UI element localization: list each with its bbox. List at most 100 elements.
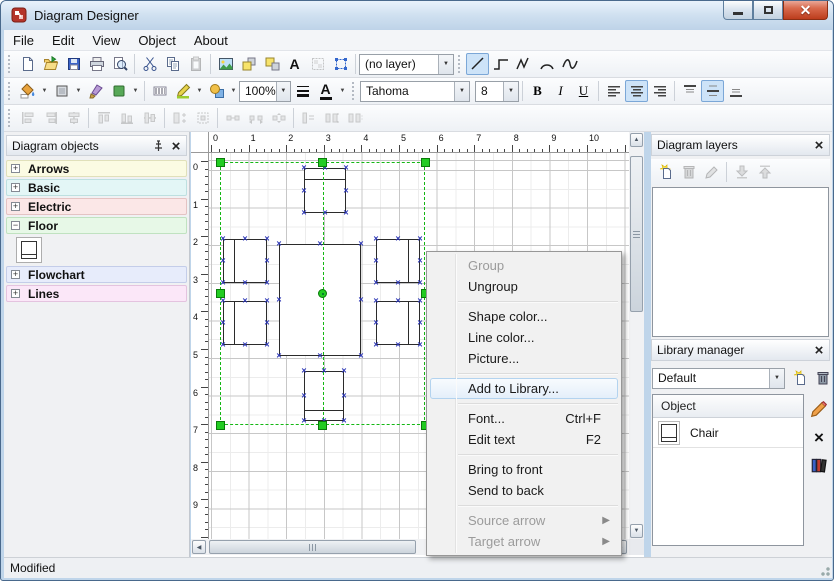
- object-group-electric[interactable]: +Electric: [6, 198, 187, 215]
- align-right-button[interactable]: [648, 80, 671, 102]
- context-menu-item-shape-color[interactable]: Shape color...: [430, 306, 618, 327]
- layer-combo-dropdown-icon[interactable]: [438, 55, 453, 74]
- brush-button[interactable]: [84, 80, 107, 102]
- toolbar-grip[interactable]: [458, 55, 461, 73]
- object-group-arrows[interactable]: +Arrows: [6, 160, 187, 177]
- font-color-dropdown-icon[interactable]: [337, 80, 348, 102]
- rotation-center-handle[interactable]: [318, 289, 327, 298]
- expand-icon[interactable]: +: [11, 202, 20, 211]
- context-menu-item-edit-text[interactable]: Edit textF2: [430, 429, 618, 450]
- selection-handle[interactable]: [318, 421, 327, 430]
- vertical-scrollbar[interactable]: ▲ ▼: [629, 132, 644, 539]
- hatch-style-button[interactable]: [148, 80, 171, 102]
- font-family-combo[interactable]: Tahoma: [360, 81, 470, 102]
- shadow-color-button[interactable]: [205, 80, 228, 102]
- close-button[interactable]: ✕: [783, 1, 828, 20]
- expand-icon[interactable]: +: [11, 270, 20, 279]
- expand-icon[interactable]: +: [11, 164, 20, 173]
- toolbar-grip[interactable]: [8, 55, 11, 73]
- fill-bucket-dropdown-icon[interactable]: [39, 80, 50, 102]
- layers-list[interactable]: [652, 187, 829, 337]
- italic-button[interactable]: I: [549, 80, 572, 102]
- close-panel-icon[interactable]: ×: [168, 138, 184, 154]
- font-size-dropdown-icon[interactable]: [503, 82, 518, 101]
- border-style-button[interactable]: [50, 80, 73, 102]
- align-left-button[interactable]: [602, 80, 625, 102]
- menu-edit[interactable]: Edit: [43, 30, 83, 51]
- edit-object-button[interactable]: [809, 399, 829, 419]
- expand-icon[interactable]: +: [11, 183, 20, 192]
- line-color-pen-button[interactable]: [171, 80, 194, 102]
- fill-color-button[interactable]: [107, 80, 130, 102]
- selection-handle[interactable]: [216, 158, 225, 167]
- context-menu-item-line-color[interactable]: Line color...: [430, 327, 618, 348]
- font-family-dropdown-icon[interactable]: [454, 82, 469, 101]
- valign-middle-button[interactable]: [701, 80, 724, 102]
- object-group-flowchart[interactable]: +Flowchart: [6, 266, 187, 283]
- library-column-header[interactable]: Object: [653, 395, 803, 418]
- line-curve-button[interactable]: [558, 53, 581, 75]
- expand-icon[interactable]: +: [11, 289, 20, 298]
- object-group-basic[interactable]: +Basic: [6, 179, 187, 196]
- object-group-floor[interactable]: −Floor: [6, 217, 187, 234]
- selection-handle[interactable]: [216, 421, 225, 430]
- toolbar-grip[interactable]: [8, 82, 11, 100]
- select-tool-button[interactable]: [329, 53, 352, 75]
- delete-object-button[interactable]: ×: [809, 427, 829, 447]
- line-zigzag-button[interactable]: [512, 53, 535, 75]
- line-straight-button[interactable]: [466, 53, 489, 75]
- font-size-combo[interactable]: 8: [475, 81, 519, 102]
- minimize-button[interactable]: [723, 1, 753, 20]
- new-layer-button[interactable]: [654, 161, 677, 183]
- context-menu-item-ungroup[interactable]: Ungroup: [430, 276, 618, 297]
- cut-button[interactable]: [138, 53, 161, 75]
- menu-view[interactable]: View: [83, 30, 129, 51]
- resize-grip[interactable]: [818, 564, 830, 576]
- scroll-up-button[interactable]: ▲: [630, 133, 643, 147]
- zoom-dropdown-icon[interactable]: [276, 82, 290, 101]
- line-width-button[interactable]: [291, 80, 314, 102]
- bring-forward-button[interactable]: [237, 53, 260, 75]
- zoom-combo[interactable]: 100%: [239, 81, 291, 102]
- selection-handle[interactable]: [421, 158, 430, 167]
- libraries-button[interactable]: [809, 455, 829, 475]
- library-row-chair[interactable]: Chair: [653, 418, 803, 448]
- menu-object[interactable]: Object: [129, 30, 185, 51]
- context-menu-item-add-to-library[interactable]: Add to Library...: [430, 378, 618, 399]
- new-document-button[interactable]: [16, 53, 39, 75]
- context-menu-item-send-to-back[interactable]: Send to back: [430, 480, 618, 501]
- context-menu-item-picture[interactable]: Picture...: [430, 348, 618, 369]
- text-tool-button[interactable]: A: [283, 53, 306, 75]
- pin-icon[interactable]: [148, 138, 164, 154]
- context-menu-item-bring-to-front[interactable]: Bring to front: [430, 459, 618, 480]
- bold-button[interactable]: B: [526, 80, 549, 102]
- vertical-scroll-thumb[interactable]: [630, 156, 643, 312]
- delete-library-button[interactable]: [811, 367, 834, 389]
- new-library-button[interactable]: [788, 367, 811, 389]
- close-layers-panel-icon[interactable]: ×: [811, 137, 827, 153]
- collapse-icon[interactable]: −: [11, 221, 20, 230]
- fill-bucket-button[interactable]: [16, 80, 39, 102]
- open-button[interactable]: [39, 53, 62, 75]
- font-color-button[interactable]: A: [314, 80, 337, 102]
- library-combo[interactable]: Default: [652, 368, 785, 389]
- toolbar-grip[interactable]: [352, 82, 355, 100]
- print-button[interactable]: [85, 53, 108, 75]
- library-combo-dropdown-icon[interactable]: [769, 369, 784, 388]
- object-group-lines[interactable]: +Lines: [6, 285, 187, 302]
- copy-button[interactable]: [161, 53, 184, 75]
- send-backward-button[interactable]: [260, 53, 283, 75]
- align-center-button[interactable]: [625, 80, 648, 102]
- shadow-color-dropdown-icon[interactable]: [228, 80, 239, 102]
- menu-file[interactable]: File: [4, 30, 43, 51]
- border-style-dropdown-icon[interactable]: [73, 80, 84, 102]
- context-menu-item-font[interactable]: Font...Ctrl+F: [430, 408, 618, 429]
- horizontal-scroll-thumb[interactable]: [209, 540, 416, 554]
- valign-bottom-button[interactable]: [724, 80, 747, 102]
- fill-color-dropdown-icon[interactable]: [130, 80, 141, 102]
- chair-shape-thumbnail[interactable]: [16, 237, 42, 263]
- maximize-button[interactable]: [753, 1, 783, 20]
- save-button[interactable]: [62, 53, 85, 75]
- selection-handle[interactable]: [216, 289, 225, 298]
- scroll-down-button[interactable]: ▼: [630, 524, 643, 538]
